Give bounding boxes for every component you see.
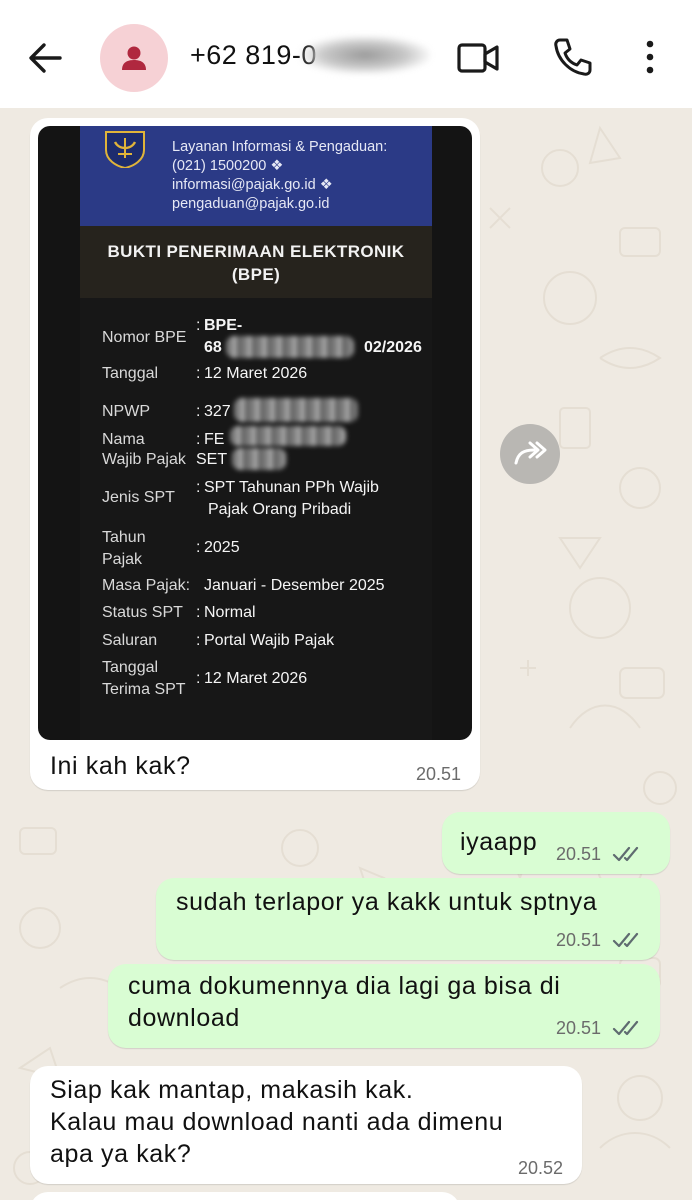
label-status-spt: Status SPT [102,604,183,621]
message-time: 20.51 [556,844,602,864]
value-tanggal: 12 Maret 2026 [204,365,308,382]
colon: : [196,632,201,649]
label-tanggal: Tanggal [102,365,159,382]
message-text-line-3: apa ya kak? [50,1140,192,1168]
outgoing-message-bubble[interactable]: sudah terlapor ya kakk untuk sptnya 20.5… [156,878,660,960]
value-nomor-bpe-suffix: 02/2026 [364,339,422,356]
value-nama-1: FE [204,431,225,448]
image-message-bubble[interactable]: Layanan Informasi & Pengaduan: (021) 150… [30,118,480,790]
redacted-npwp [234,398,358,422]
message-text-line-1: cuma dokumennya dia lagi ga bisa di [128,972,561,1000]
message-text: sudah terlapor ya kakk untuk sptnya [176,888,598,916]
value-nama-2: SET [196,451,228,468]
value-nomor-bpe-1: BPE- [204,317,243,334]
message-text: Ini kah kak? [50,752,191,780]
outgoing-message-bubble[interactable]: iyaapp 20.51 [442,812,670,874]
avatar[interactable] [100,24,168,92]
read-receipt-icon [612,846,639,862]
label-nomor-bpe: Nomor BPE [102,329,187,346]
value-masa-pajak: Januari - Desember 2025 [204,577,385,594]
forward-icon [514,441,547,465]
colon: : [196,604,201,621]
label-tahun-pajak-1: Tahun [102,529,146,546]
colon: : [196,479,201,496]
document-title: BUKTI PENERIMAAN ELEKTRONIK (BPE) [107,242,405,284]
value-status-spt: Normal [204,604,256,621]
value-saluran: Portal Wajib Pajak [204,632,335,649]
document-photo[interactable]: Layanan Informasi & Pengaduan: (021) 150… [38,126,472,740]
message-text-line-2: download [128,1004,240,1032]
message-time: 20.51 [556,930,602,950]
label-tahun-pajak-2: Pajak [102,551,143,568]
incoming-message-bubble[interactable]: Siap kak mantap, makasih kak. Kalau mau … [30,1066,582,1184]
message-time: 20.52 [518,1158,564,1178]
value-tahun-pajak: 2025 [204,539,240,556]
back-arrow-icon[interactable] [24,38,64,78]
colon: : [196,403,201,420]
forward-button[interactable] [500,424,560,484]
label-tanggal-terima-2: Terima SPT [102,681,186,698]
value-tanggal-terima: 12 Maret 2026 [204,670,308,687]
read-receipt-icon [612,932,639,948]
agency-contact-lines: Layanan Informasi & Pengaduan: (021) 150… [172,139,388,212]
redacted-bpe-number [226,336,354,358]
label-saluran: Saluran [102,632,158,649]
value-nomor-bpe-2: 68 [204,339,222,356]
more-vert-icon[interactable] [640,36,660,80]
video-call-icon[interactable] [456,38,500,78]
label-nama-2: Wajib Pajak [102,451,186,468]
document-title-band: BUKTI PENERIMAAN ELEKTRONIK (BPE) [80,226,432,298]
label-tanggal-terima-1: Tanggal [102,659,159,676]
value-npwp: 327 [204,403,231,420]
bpe-document: Layanan Informasi & Pengaduan: (021) 150… [80,126,432,740]
message-time: 20.51 [556,1018,602,1038]
label-nama-1: Nama [102,431,145,448]
value-jenis-spt-1: SPT Tahunan PPh Wajib [204,479,379,496]
read-receipt-icon [612,1020,639,1036]
colon: : [196,317,201,334]
label-npwp: NPWP [102,403,150,420]
chat-area[interactable]: Layanan Informasi & Pengaduan: (021) 150… [0,108,692,1200]
message-text: iyaapp [460,828,538,856]
incoming-message-bubble-partial[interactable] [30,1192,460,1200]
redacted-number [300,36,430,74]
message-text-line-1: Siap kak mantap, makasih kak. [50,1076,414,1104]
document-header: Layanan Informasi & Pengaduan: (021) 150… [80,126,432,226]
colon: : [196,365,201,382]
phone-icon[interactable] [552,36,592,78]
message-text-line-2: Kalau mau download nanti ada dimenu [50,1108,504,1136]
label-masa-pajak: Masa Pajak: [102,577,191,594]
message-time: 20.51 [416,764,462,784]
redacted-name-1 [230,426,346,446]
colon: : [196,670,201,687]
colon: : [196,431,201,448]
tax-office-logo-icon [105,131,145,168]
colon: : [196,539,201,556]
outgoing-message-bubble[interactable]: cuma dokumennya dia lagi ga bisa di down… [108,964,660,1048]
person-icon [122,46,146,70]
contact-name[interactable]: +62 819-0 [190,40,317,71]
label-jenis-spt: Jenis SPT [102,489,175,506]
value-jenis-spt-2: Pajak Orang Pribadi [208,501,352,518]
chat-header: +62 819-0 [0,0,692,108]
redacted-name-2 [232,448,286,470]
